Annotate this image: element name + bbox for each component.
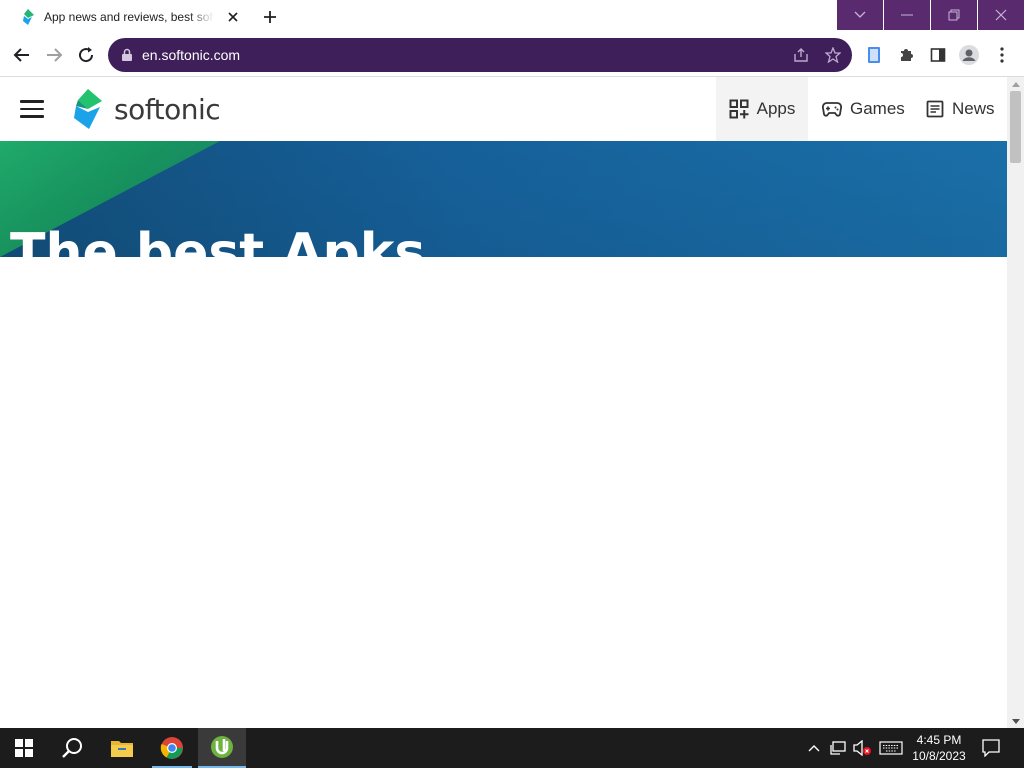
- hero-banner: The best Apks: [0, 141, 1007, 257]
- tab-close-icon[interactable]: [224, 8, 242, 26]
- share-icon[interactable]: [792, 46, 810, 64]
- softonic-logo-icon: [74, 89, 102, 129]
- nav-news[interactable]: News: [926, 77, 995, 141]
- notifications-icon[interactable]: [978, 738, 1004, 758]
- gamepad-icon: [822, 102, 842, 117]
- touch-keyboard-icon[interactable]: [878, 738, 904, 758]
- softonic-favicon-icon: [20, 9, 36, 25]
- clock-time: 4:45 PM: [916, 733, 962, 747]
- search-icon: [62, 738, 82, 758]
- vertical-scrollbar[interactable]: [1007, 77, 1024, 728]
- window-controls: [837, 0, 1024, 30]
- nav-apps-label: Apps: [756, 99, 796, 118]
- show-hidden-icons-chevron-icon[interactable]: [804, 738, 824, 758]
- address-bar[interactable]: en.softonic.com: [108, 38, 852, 72]
- windows-taskbar: 4:45 PM 10/8/2023: [0, 728, 1024, 768]
- nav-games[interactable]: Games: [822, 77, 905, 141]
- scroll-up-arrow-icon[interactable]: [1011, 80, 1020, 88]
- tab-search-button[interactable]: [837, 0, 883, 30]
- tab-title: App news and reviews, best software down…: [44, 10, 214, 24]
- extensions-puzzle-icon[interactable]: [895, 44, 917, 66]
- apps-grid-icon: [729, 99, 749, 119]
- tab-strip: App news and reviews, best software down…: [0, 0, 1024, 34]
- taskbar-clock[interactable]: 4:45 PM 10/8/2023: [906, 732, 972, 764]
- browser-tab[interactable]: App news and reviews, best software down…: [8, 0, 248, 34]
- newspaper-icon: [926, 100, 944, 118]
- start-icon: [15, 739, 33, 757]
- network-icon[interactable]: [828, 738, 848, 758]
- nav-apps[interactable]: Apps: [716, 77, 808, 141]
- back-button[interactable]: [10, 43, 34, 67]
- scroll-down-arrow-icon[interactable]: [1011, 717, 1020, 725]
- extension-icon[interactable]: [863, 44, 885, 66]
- hamburger-menu-icon[interactable]: [20, 100, 44, 118]
- logo-text: softonic: [114, 92, 221, 126]
- softonic-logo[interactable]: softonic: [70, 89, 221, 129]
- browser-toolbar: en.softonic.com: [0, 34, 1024, 76]
- nav-games-label: Games: [850, 99, 905, 118]
- menu-kebab-icon[interactable]: [991, 44, 1013, 66]
- restore-button[interactable]: [931, 0, 977, 30]
- lock-icon[interactable]: [120, 48, 134, 62]
- chrome-icon: [160, 737, 183, 759]
- scroll-thumb[interactable]: [1010, 91, 1021, 163]
- side-panel-icon[interactable]: [927, 44, 949, 66]
- reload-button[interactable]: [74, 43, 98, 67]
- utorrent-icon: [211, 736, 233, 758]
- minimize-button[interactable]: [884, 0, 930, 30]
- hero-title: The best Apks: [10, 223, 426, 257]
- nav-news-label: News: [952, 99, 995, 118]
- page-viewport: softonic Apps Games News The best Apks: [0, 77, 1007, 728]
- bookmark-star-icon[interactable]: [824, 46, 842, 64]
- search-button[interactable]: [48, 728, 96, 768]
- chrome-taskbar-button[interactable]: [148, 728, 196, 768]
- new-tab-button[interactable]: [258, 6, 282, 28]
- file-explorer-icon: [111, 741, 133, 757]
- clock-date: 10/8/2023: [912, 749, 966, 763]
- utorrent-taskbar-button[interactable]: [198, 728, 246, 768]
- start-button[interactable]: [0, 728, 48, 768]
- site-header: softonic Apps Games News: [0, 77, 1007, 141]
- file-explorer-button[interactable]: [98, 728, 146, 768]
- forward-button[interactable]: [42, 43, 66, 67]
- volume-muted-icon[interactable]: [852, 738, 872, 758]
- close-window-button[interactable]: [978, 0, 1024, 30]
- url-text: en.softonic.com: [142, 47, 241, 63]
- profile-avatar-icon[interactable]: [958, 44, 980, 66]
